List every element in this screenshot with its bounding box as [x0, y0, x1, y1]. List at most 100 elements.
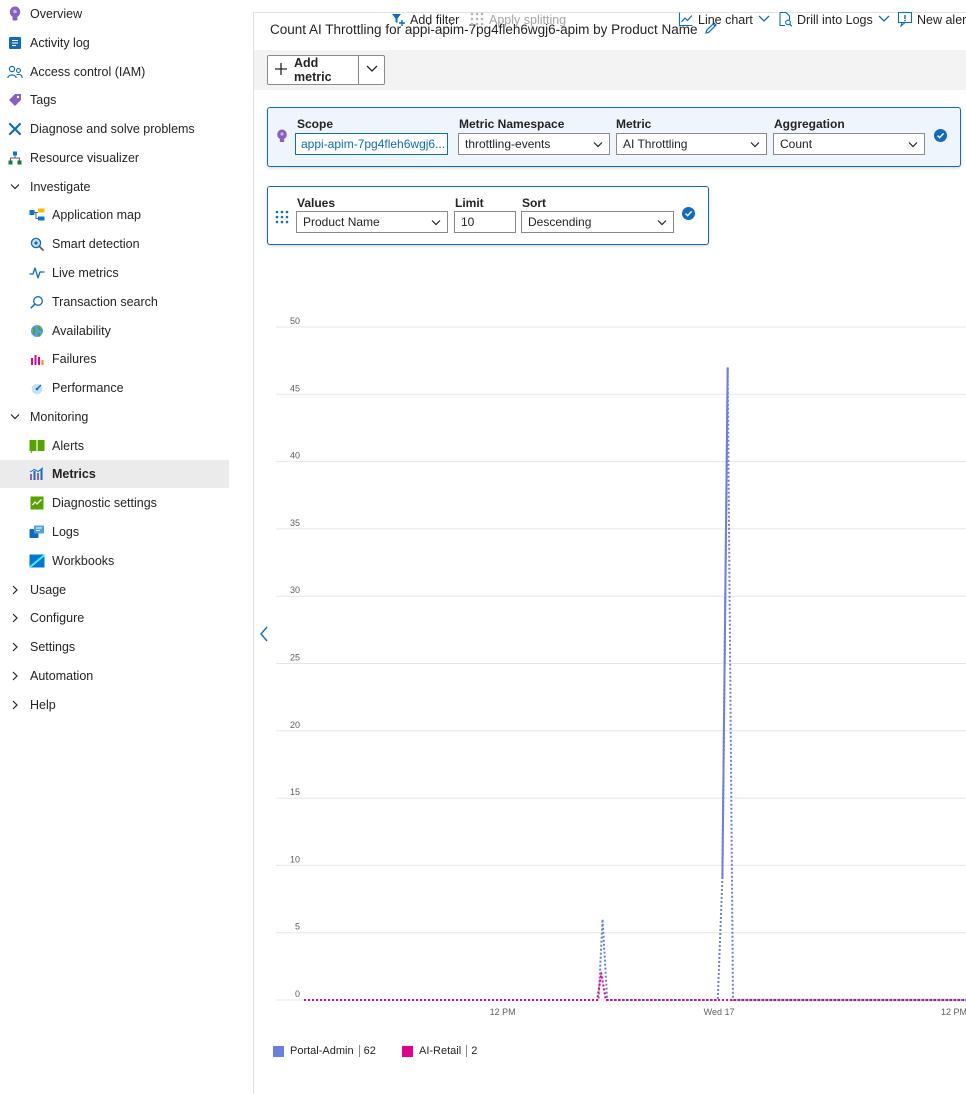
splitting-icon	[275, 210, 289, 229]
legend-divider	[358, 1045, 360, 1057]
aggregation-dropdown[interactable]: Count	[773, 133, 925, 155]
sidebar-item-monitoring[interactable]: Monitoring	[0, 403, 229, 431]
values-dropdown[interactable]: Product Name	[296, 211, 448, 233]
sidebar-item-configure[interactable]: Configure	[0, 604, 229, 632]
metric-namespace-dropdown[interactable]: throttling-events	[458, 133, 610, 155]
legend-item[interactable]: AI-Retail 2	[402, 1045, 477, 1057]
limit-input[interactable]: 10	[454, 211, 516, 233]
sidebar-item-performance[interactable]: Performance	[0, 374, 229, 402]
chevron-down-icon[interactable]	[8, 410, 22, 424]
hierarchy-icon	[7, 150, 23, 166]
add-metric-main[interactable]: Add metric	[268, 56, 358, 84]
drill-into-logs-button[interactable]: Drill into Logs	[777, 0, 891, 40]
y-tick-label: 0	[295, 989, 300, 999]
sort-dropdown[interactable]: Descending	[521, 211, 674, 233]
metrics-icon	[29, 466, 45, 482]
sidebar-item-label: Overview	[30, 7, 83, 21]
document-search-icon	[777, 11, 793, 30]
sidebar-item-overview[interactable]: Overview	[0, 0, 229, 28]
metric-chart[interactable]: 0 5 10 15 20 25 30 35 40 45 50 12 PM Wed 17 12 PM	[254, 300, 966, 1030]
failures-icon	[29, 351, 45, 367]
chevron-right-icon[interactable]	[8, 640, 22, 654]
sidebar-item-alerts[interactable]: Alerts	[0, 432, 229, 460]
x-tick-label: Wed 17	[704, 1007, 735, 1017]
sidebar-item-label: Performance	[52, 381, 124, 396]
add-filter-button[interactable]: Add filter	[390, 0, 459, 40]
sidebar-item-label: Investigate	[30, 179, 91, 194]
add-metric-dropdown[interactable]	[358, 56, 384, 84]
sidebar-item-live-metrics[interactable]: Live metrics	[0, 259, 229, 287]
y-tick-label: 25	[290, 653, 300, 663]
x-tick-label: 12 PM	[490, 1007, 516, 1017]
scope-field[interactable]: appi-apim-7pg4fleh6wgj6...	[295, 133, 448, 155]
sidebar-item-access-control-iam[interactable]: Access control (IAM)	[0, 58, 229, 86]
sidebar-item-label: Logs	[52, 525, 80, 540]
sidebar-item-failures[interactable]: Failures	[0, 345, 229, 373]
chevron-down-icon[interactable]	[8, 180, 22, 194]
scope-label: Scope	[297, 117, 334, 131]
sidebar-item-diagnostic-settings[interactable]: Diagnostic settings	[0, 489, 229, 517]
chevron-right-icon[interactable]	[8, 698, 22, 712]
sidebar-item-logs[interactable]: Logs	[0, 518, 229, 546]
app-window: Overview Activity log Access control (IAM)…	[0, 0, 966, 1094]
sidebar-item-application-map[interactable]: Application map	[0, 201, 229, 229]
metric-label: Metric	[616, 117, 652, 131]
sidebar-item-label: Metrics	[52, 467, 96, 482]
legend-item[interactable]: Portal-Admin 62	[273, 1045, 376, 1057]
sidebar-item-usage[interactable]: Usage	[0, 576, 229, 604]
y-tick-label: 50	[290, 316, 300, 326]
line-chart-button[interactable]: Line chart	[678, 0, 771, 40]
y-tick-label: 40	[290, 451, 300, 461]
people-icon	[7, 64, 23, 80]
sidebar-item-investigate[interactable]: Investigate	[0, 173, 229, 201]
metric-namespace-value: throttling-events	[465, 137, 551, 151]
sidebar-item-label: Workbooks	[52, 553, 115, 568]
sidebar-item-tags[interactable]: Tags	[0, 86, 229, 114]
diagnostic-settings-icon	[29, 495, 45, 511]
metric-value: AI Throttling	[623, 137, 688, 151]
sidebar-item-label: Resource visualizer	[30, 150, 140, 165]
line-chart-label: Line chart	[698, 13, 753, 27]
sidebar-item-resource-visualizer[interactable]: Resource visualizer	[0, 144, 229, 172]
add-metric-label: Add metric	[294, 56, 332, 84]
apply-splitting-button[interactable]: Apply splitting	[469, 0, 566, 40]
legend-series-name: AI-Retail	[419, 1045, 462, 1057]
confirm-metric-icon[interactable]	[934, 129, 947, 142]
chevron-down-icon	[907, 139, 919, 153]
y-tick-label: 20	[290, 720, 300, 730]
sidebar-item-diagnose-and-solve-problems[interactable]: Diagnose and solve problems	[0, 115, 229, 143]
sidebar-item-availability[interactable]: Availability	[0, 317, 229, 345]
sidebar-item-settings[interactable]: Settings	[0, 633, 229, 661]
sidebar-item-automation[interactable]: Automation	[0, 662, 229, 690]
sidebar-item-label: Diagnostic settings	[52, 496, 157, 511]
chevron-down-icon	[430, 217, 442, 231]
sidebar-item-metrics[interactable]: Metrics	[0, 460, 229, 489]
metric-dropdown[interactable]: AI Throttling	[616, 133, 767, 155]
add-metric-button[interactable]: Add metric	[267, 55, 385, 85]
sidebar-item-smart-detection[interactable]: Smart detection	[0, 230, 229, 258]
new-alert-button[interactable]: New alert	[897, 0, 966, 40]
alerts-icon	[29, 438, 45, 454]
series-line-portal-admin[interactable]	[304, 366, 966, 1001]
chevron-down-icon	[365, 63, 379, 77]
confirm-splitting-icon[interactable]	[682, 207, 695, 220]
legend-divider	[466, 1045, 468, 1057]
sidebar-item-activity-log[interactable]: Activity log	[0, 29, 229, 57]
legend-swatch	[273, 1045, 284, 1057]
sidebar-item-workbooks[interactable]: Workbooks	[0, 547, 229, 575]
sidebar-item-label: Smart detection	[52, 237, 140, 252]
chevron-right-icon[interactable]	[8, 583, 22, 597]
sidebar-item-help[interactable]: Help	[0, 691, 229, 719]
chevron-right-icon[interactable]	[8, 669, 22, 683]
search-icon	[29, 294, 45, 310]
chevron-right-icon[interactable]	[8, 611, 22, 625]
limit-value: 10	[461, 215, 475, 229]
sidebar-item-transaction-search[interactable]: Transaction search	[0, 288, 229, 316]
limit-label: Limit	[455, 196, 484, 210]
sidebar-item-label: Transaction search	[52, 294, 158, 309]
smart-detection-icon	[29, 236, 45, 252]
series-line-ai-retail[interactable]	[304, 972, 966, 1001]
x-tick-label: 12 PM	[941, 1007, 966, 1017]
plus-icon	[274, 62, 288, 79]
series-spike-portal-admin[interactable]	[721, 367, 729, 879]
